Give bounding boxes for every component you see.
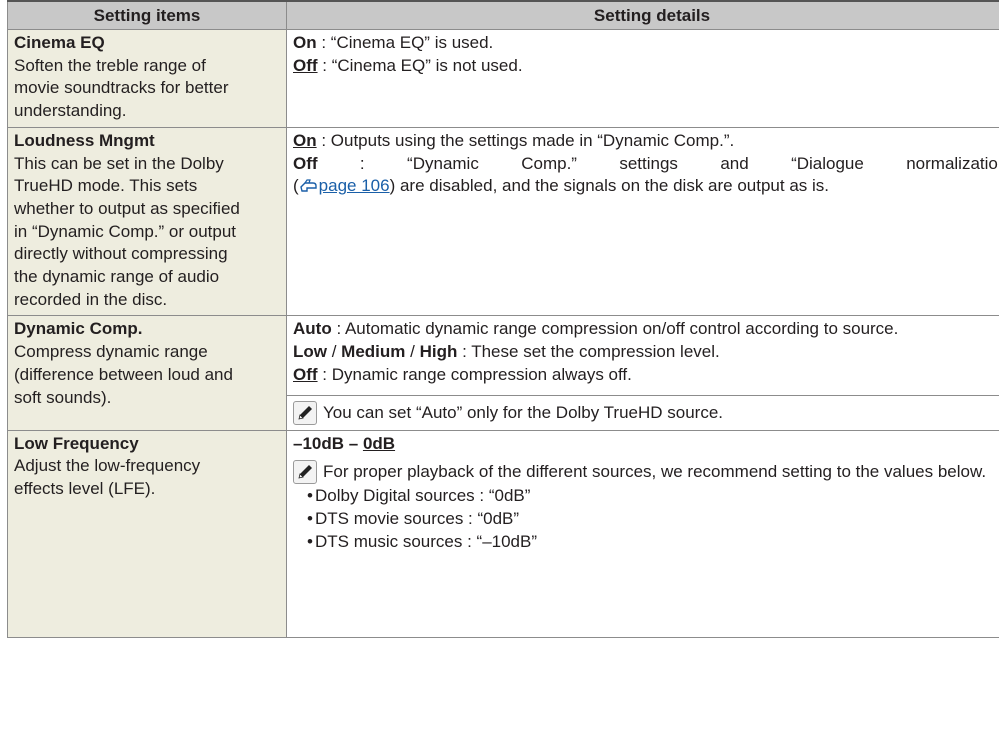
detail-cell: Auto : Automatic dynamic range compressi… [286, 315, 999, 431]
table-row: Cinema EQ Soften the treble range of mov… [7, 29, 999, 128]
note: For proper playback of the different sou… [293, 460, 999, 485]
list-item: DTS music sources : “–10dB” [307, 531, 999, 554]
detail-cell: On : “Cinema EQ” is used. Off : “Cinema … [286, 29, 999, 128]
option-key: High [419, 342, 458, 362]
option-text: ) are disabled, and the signals on the d… [389, 176, 830, 196]
detail-cell: –10dB – 0dB For proper playback of the d… [286, 429, 999, 638]
option-text: : “Cinema EQ” is used. [316, 33, 494, 52]
detail-cell: On : Outputs using the settings made in … [286, 126, 999, 317]
option-key: Auto [293, 319, 332, 339]
header-setting-details: Setting details [286, 0, 999, 30]
note: You can set “Auto” only for the Dolby Tr… [287, 394, 999, 426]
option-text: : “Dynamic Comp.” settings and “Dialogue… [317, 153, 999, 173]
separator: / [327, 342, 342, 362]
range-text: –10dB – [293, 433, 363, 453]
option-key: Medium [341, 342, 406, 362]
list-item: DTS movie sources : “0dB” [307, 508, 999, 531]
item-description: Soften the treble range of movie soundtr… [14, 55, 229, 121]
option-key: Off [293, 364, 318, 384]
option-text: : Outputs using the settings made in “Dy… [316, 130, 735, 150]
item-description: Compress dynamic range (difference betwe… [14, 342, 233, 407]
option-text: : “Cinema EQ” is not used. [317, 55, 523, 75]
pencil-icon [293, 400, 317, 425]
option-text: : Automatic dynamic range compression on… [331, 319, 899, 339]
table-row: Loudness Mngmt This can be set in the Do… [7, 126, 999, 317]
option-text: : Dynamic range compression always off. [317, 364, 632, 384]
item-cell: Low Frequency Adjust the low-frequency e… [7, 429, 287, 638]
item-description: Adjust the low-frequency effects level (… [14, 456, 201, 498]
pencil-icon [293, 460, 317, 485]
table-row: Low Frequency Adjust the low-frequency e… [7, 429, 999, 638]
option-key: Low [293, 342, 327, 362]
option-key: Off [293, 153, 318, 173]
item-name: Dynamic Comp. [14, 319, 143, 339]
item-name: Cinema EQ [14, 33, 105, 52]
range-default: 0dB [362, 433, 396, 453]
note-text: For proper playback of the different sou… [323, 462, 987, 482]
item-description: This can be set in the Dolby TrueHD mode… [14, 153, 240, 309]
item-name: Loudness Mngmt [14, 130, 155, 150]
recommendation-list: Dolby Digital sources : “0dB” DTS movie … [293, 485, 999, 553]
page-reference-icon [299, 178, 319, 201]
item-cell: Loudness Mngmt This can be set in the Do… [7, 126, 287, 317]
option-text: : These set the compression level. [457, 342, 720, 362]
table-row: Dynamic Comp. Compress dynamic range (di… [7, 315, 999, 431]
page-106-link[interactable]: page 106 [319, 176, 390, 195]
option-key: On [293, 130, 317, 150]
header-setting-items: Setting items [7, 0, 287, 30]
option-key: Off [293, 55, 318, 75]
note-text: You can set “Auto” only for the Dolby Tr… [323, 402, 724, 422]
option-key: On [293, 33, 317, 52]
settings-table: Setting items Setting details Cinema EQ … [7, 0, 999, 638]
item-name: Low Frequency [14, 433, 139, 453]
list-item: Dolby Digital sources : “0dB” [307, 485, 999, 508]
table-header: Setting items Setting details [7, 0, 999, 30]
item-cell: Dynamic Comp. Compress dynamic range (di… [7, 315, 287, 431]
item-cell: Cinema EQ Soften the treble range of mov… [7, 29, 287, 128]
separator: / [405, 342, 420, 362]
